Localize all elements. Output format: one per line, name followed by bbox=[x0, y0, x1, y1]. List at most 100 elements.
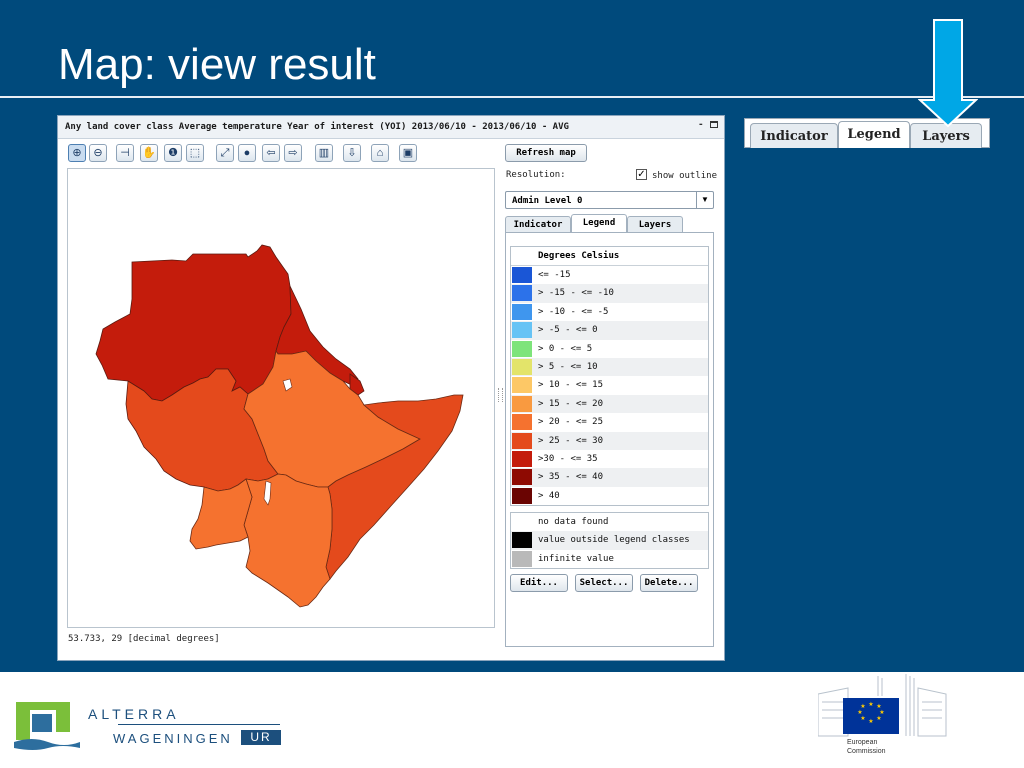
admin-level-select[interactable]: Admin Level 0 ▼ bbox=[505, 191, 714, 209]
maximize-icon[interactable] bbox=[710, 121, 718, 128]
legend-swatch bbox=[512, 303, 532, 320]
chevron-down-icon[interactable]: ▼ bbox=[696, 192, 713, 208]
edit-button[interactable]: Edit... bbox=[510, 574, 568, 592]
admin-level-value: Admin Level 0 bbox=[512, 196, 583, 206]
special-legend-row[interactable]: infinite value bbox=[511, 550, 708, 568]
map-svg bbox=[95, 244, 464, 608]
legend-swatch bbox=[512, 432, 532, 449]
legend-row[interactable]: <= -15 bbox=[511, 266, 708, 284]
chart-icon[interactable]: ▥ bbox=[315, 144, 333, 162]
minimize-icon[interactable]: - bbox=[699, 118, 703, 130]
tab-indicator[interactable]: Indicator bbox=[505, 216, 571, 233]
legend-row[interactable]: > 25 - <= 30 bbox=[511, 431, 708, 450]
map-canvas[interactable] bbox=[67, 168, 495, 628]
legend-label: <= -15 bbox=[538, 270, 571, 280]
legend-row[interactable]: > 5 - <= 10 bbox=[511, 357, 708, 377]
legend-row[interactable]: > 40 bbox=[511, 487, 708, 505]
legend-label: > 20 - <= 25 bbox=[538, 417, 604, 428]
legend-swatch bbox=[512, 532, 532, 549]
home-icon[interactable]: ⌂ bbox=[371, 144, 389, 162]
legend-swatch bbox=[512, 395, 532, 412]
legend-swatch bbox=[512, 514, 532, 530]
map-region-sudan[interactable] bbox=[95, 244, 292, 402]
ec-name-line1: European bbox=[847, 739, 878, 746]
legend-swatch bbox=[512, 358, 532, 375]
legend-row[interactable]: > 15 - <= 20 bbox=[511, 394, 708, 414]
window-titlebar: Any land cover class Average temperature… bbox=[58, 116, 724, 139]
legend-label: no data found bbox=[538, 517, 609, 527]
legend-label: infinite value bbox=[538, 553, 614, 564]
legend-label: > 0 - <= 5 bbox=[538, 343, 593, 354]
back-arrow-icon[interactable]: ⇦ bbox=[262, 144, 280, 162]
forward-arrow-icon[interactable]: ⇨ bbox=[284, 144, 302, 162]
special-legend-row[interactable]: value outside legend classes bbox=[511, 531, 708, 550]
legend-swatch bbox=[512, 377, 532, 394]
resolution-label: Resolution: bbox=[506, 170, 566, 180]
legend-swatch bbox=[512, 322, 532, 339]
save-icon[interactable]: ▣ bbox=[399, 144, 417, 162]
logo-divider bbox=[118, 724, 280, 725]
coordinate-readout: 53.733, 29 [decimal degrees] bbox=[68, 634, 220, 644]
window-title: Any land cover class Average temperature… bbox=[65, 122, 569, 132]
legend-row[interactable]: >30 - <= 35 bbox=[511, 450, 708, 468]
legend-swatch bbox=[512, 469, 532, 486]
alterra-wordmark: ALTERRA bbox=[88, 706, 180, 722]
delete-button[interactable]: Delete... bbox=[640, 574, 698, 592]
alterra-logo-icon bbox=[14, 702, 80, 750]
info-icon[interactable]: ❶ bbox=[164, 144, 182, 162]
globe-icon[interactable]: ● bbox=[238, 144, 256, 162]
legend-row[interactable]: > 20 - <= 25 bbox=[511, 413, 708, 431]
panel-splitter[interactable] bbox=[498, 388, 503, 402]
show-outline-checkbox[interactable]: ✓ bbox=[636, 169, 647, 180]
european-commission-logo-icon: ★ ★ ★ ★ ★ ★ ★ ★ bbox=[818, 674, 947, 737]
show-outline-label: show outline bbox=[652, 171, 718, 181]
svg-text:★: ★ bbox=[857, 709, 862, 716]
legend-table: Degrees Celsius <= -15 > -15 - <= -10 > -1… bbox=[510, 246, 709, 507]
tab-legend[interactable]: Legend bbox=[571, 214, 627, 233]
select-button[interactable]: Select... bbox=[575, 574, 633, 592]
svg-text:★: ★ bbox=[860, 715, 865, 722]
legend-label: > 5 - <= 10 bbox=[538, 361, 598, 372]
ec-name-line2: Commission bbox=[847, 748, 886, 755]
zoom-extent-icon[interactable]: ⤢ bbox=[216, 144, 234, 162]
legend-swatch bbox=[512, 285, 532, 302]
legend-row[interactable]: > 35 - <= 40 bbox=[511, 468, 708, 487]
download-icon[interactable]: ⇩ bbox=[343, 144, 361, 162]
pan-hand-icon[interactable]: ✋ bbox=[140, 144, 158, 162]
svg-text:★: ★ bbox=[868, 701, 873, 708]
svg-text:★: ★ bbox=[868, 718, 873, 725]
wageningen-wordmark: WAGENINGEN bbox=[113, 731, 233, 746]
callout-tab-legend: Legend bbox=[838, 121, 910, 148]
legend-row[interactable]: > -10 - <= -5 bbox=[511, 303, 708, 321]
slide-title: Map: view result bbox=[58, 40, 376, 89]
special-legend-row[interactable]: no data found bbox=[511, 513, 708, 531]
zoom-in-icon[interactable]: ⊕ bbox=[68, 144, 86, 162]
ur-badge: UR bbox=[241, 730, 281, 745]
callout-tab-indicator: Indicator bbox=[750, 123, 838, 148]
legend-row[interactable]: > -15 - <= -10 bbox=[511, 284, 708, 303]
svg-text:★: ★ bbox=[860, 703, 865, 710]
legend-row[interactable]: > -5 - <= 0 bbox=[511, 321, 708, 340]
map-region-kenya[interactable] bbox=[243, 473, 333, 608]
legend-swatch bbox=[512, 550, 532, 567]
legend-label: value outside legend classes bbox=[538, 535, 690, 546]
special-legend-table: no data found value outside legend classe… bbox=[510, 512, 709, 569]
legend-label: > 35 - <= 40 bbox=[538, 472, 604, 483]
legend-swatch bbox=[512, 487, 532, 504]
legend-swatch bbox=[512, 414, 532, 431]
legend-row[interactable]: > 10 - <= 15 bbox=[511, 376, 708, 394]
legend-swatch bbox=[512, 450, 532, 467]
zoom-out-icon[interactable]: ⊖ bbox=[89, 144, 107, 162]
legend-label: > 10 - <= 15 bbox=[538, 380, 604, 391]
select-feature-icon[interactable]: ⬚ bbox=[186, 144, 204, 162]
legend-label: > -5 - <= 0 bbox=[538, 325, 598, 336]
legend-label: > 15 - <= 20 bbox=[538, 398, 604, 409]
down-arrow-icon bbox=[918, 19, 978, 128]
refresh-map-button[interactable]: Refresh map bbox=[505, 144, 587, 162]
measure-icon[interactable]: ⊣ bbox=[116, 144, 134, 162]
tab-layers[interactable]: Layers bbox=[627, 216, 683, 233]
svg-text:★: ★ bbox=[876, 715, 881, 722]
legend-label: > -10 - <= -5 bbox=[538, 306, 609, 317]
legend-label: > 40 bbox=[538, 490, 560, 501]
legend-row[interactable]: > 0 - <= 5 bbox=[511, 340, 708, 358]
